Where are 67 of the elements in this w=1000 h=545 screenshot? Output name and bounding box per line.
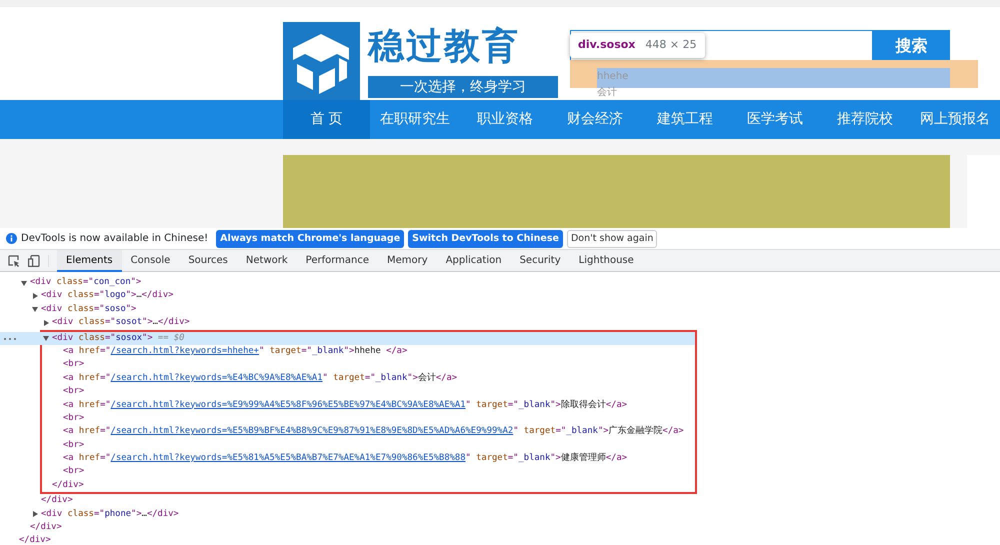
tree-row[interactable]: <div class="phone">…</div> xyxy=(0,508,1000,522)
code-line: </div> xyxy=(19,534,51,545)
logo-title: 稳过教育 xyxy=(368,25,520,68)
devtools-tab[interactable]: Security xyxy=(510,250,570,272)
link[interactable]: /search.html?keywords=%E4%BC%9A%E8%AE%A1 xyxy=(110,372,323,383)
nav-item[interactable]: 建筑工程 xyxy=(640,100,730,139)
expand-arrow-icon[interactable] xyxy=(32,511,38,518)
code-line: <br> xyxy=(63,412,84,425)
code-line: <div class="sosot">…</div> xyxy=(52,316,190,330)
tooltip-size: 448 × 25 xyxy=(645,37,697,54)
link[interactable]: /search.html?keywords=hhehe+ xyxy=(110,346,259,356)
devtools-tab[interactable]: Network xyxy=(236,250,297,272)
code-line: </div> xyxy=(52,478,84,492)
collapse-arrow-icon[interactable] xyxy=(21,280,27,286)
more-icon[interactable] xyxy=(4,338,16,340)
link[interactable]: /search.html?keywords=%E9%99%A4%E5%8F%96%E5%BE%97%E4%BC%9A%E8%AE%A1 xyxy=(110,400,466,410)
link[interactable]: /search.html?keywords=%E5%B9%BF%E4%B8%9C%E9%87%91%E8%9E%8D%E5%AD%A6%E9%99%A2 xyxy=(110,426,514,436)
device-icon[interactable] xyxy=(28,254,40,266)
expand-arrow-icon[interactable] xyxy=(32,293,38,300)
tree-row[interactable]: <div class="soso"> xyxy=(0,302,1000,316)
code-line: <div class="sosox"> == $0 xyxy=(52,332,184,345)
expand-arrow-icon[interactable] xyxy=(43,320,49,326)
nav-item[interactable]: 网上预报名 xyxy=(910,100,1000,139)
collapse-arrow-icon[interactable] xyxy=(32,306,38,312)
tree-row[interactable]: <div class="sosox"> == $0 xyxy=(0,332,695,345)
devtools-tab[interactable]: Sources xyxy=(179,250,237,272)
infobar-button[interactable]: Don't show again xyxy=(566,230,658,248)
devtools-tab[interactable]: Lighthouse xyxy=(570,250,643,272)
code-line: <div class="soso"> xyxy=(41,302,136,316)
code-line: <br> xyxy=(63,385,84,398)
code-line: <div class="phone">…</div> xyxy=(41,508,179,521)
code-line: <br> xyxy=(63,465,84,478)
collapse-arrow-icon[interactable] xyxy=(43,335,49,342)
search-button[interactable]: 搜索 xyxy=(873,30,950,61)
code-line: <div class="con_con"> xyxy=(30,276,142,289)
tooltip-selector: div.sosox xyxy=(578,37,636,54)
infobar-button[interactable]: Always match Chrome's language xyxy=(216,230,404,248)
code-line: </div> xyxy=(41,494,73,508)
tree-row[interactable]: <div class="logo">…</div> xyxy=(0,289,1000,303)
info-message: DevTools is now available in Chinese! xyxy=(21,232,208,246)
nav-item[interactable]: 在职研究生 xyxy=(370,100,460,139)
code-line: <a href="/search.html?keywords=%E5%B9%BF%E4%B8%9C%E9%87%91%E8%9E%8D%E5%AD%A6%E9%99%A2" target="_blank">广东金融学院</a> xyxy=(63,425,684,438)
nav-item[interactable]: 财会经济 xyxy=(550,100,640,139)
code-line: <div class="logo">…</div> xyxy=(41,289,174,302)
code-line: <a href="/search.html?keywords=hhehe+" target="_blank">hhehe </a> xyxy=(63,344,408,358)
devtools-tab[interactable]: Performance xyxy=(296,250,378,272)
nav-item[interactable]: 职业资格 xyxy=(460,100,550,139)
nav-item[interactable]: 推荐院校 xyxy=(820,100,910,139)
code-line: <br> xyxy=(63,438,84,452)
inspect-icon[interactable] xyxy=(8,254,20,266)
nav-item[interactable]: 医学考试 xyxy=(730,100,820,139)
devtools-tab[interactable]: Elements xyxy=(57,250,122,272)
devtools-tab[interactable]: Application xyxy=(436,250,511,272)
info-icon xyxy=(6,233,17,244)
devtools-tab[interactable]: Memory xyxy=(378,250,437,272)
code-line: <a href="/search.html?keywords=%E9%99%A4%E5%8F%96%E5%BE%97%E4%BC%9A%E8%AE%A1" target="_blank">除取得会计</a> xyxy=(63,398,628,412)
nav-item[interactable]: 首 页 xyxy=(283,100,370,139)
code-line: <br> xyxy=(63,358,84,372)
code-line: <a href="/search.html?keywords=%E5%81%A5%E5%BA%B7%E7%AE%A1%E7%90%86%E5%B8%88" target="_blank">健康管理师</a> xyxy=(63,452,628,466)
code-line: <a href="/search.html?keywords=%E4%BC%9A%E8%AE%A1" target="_blank">会计</a> xyxy=(63,372,458,385)
tree-row[interactable]: <div class="con_con"> xyxy=(0,276,1000,290)
code-line: </div> xyxy=(30,521,62,534)
infobar-button[interactable]: Switch DevTools to Chinese xyxy=(408,230,563,248)
tree-row[interactable]: <div class="sosot">…</div> xyxy=(0,316,1000,330)
slogan: 一次选择，终身学习 xyxy=(368,76,558,98)
devtools-tab[interactable]: Console xyxy=(122,250,180,272)
link[interactable]: /search.html?keywords=%E5%81%A5%E5%BA%B7%E7%AE%A1%E7%90%86%E5%B8%88 xyxy=(110,453,466,464)
